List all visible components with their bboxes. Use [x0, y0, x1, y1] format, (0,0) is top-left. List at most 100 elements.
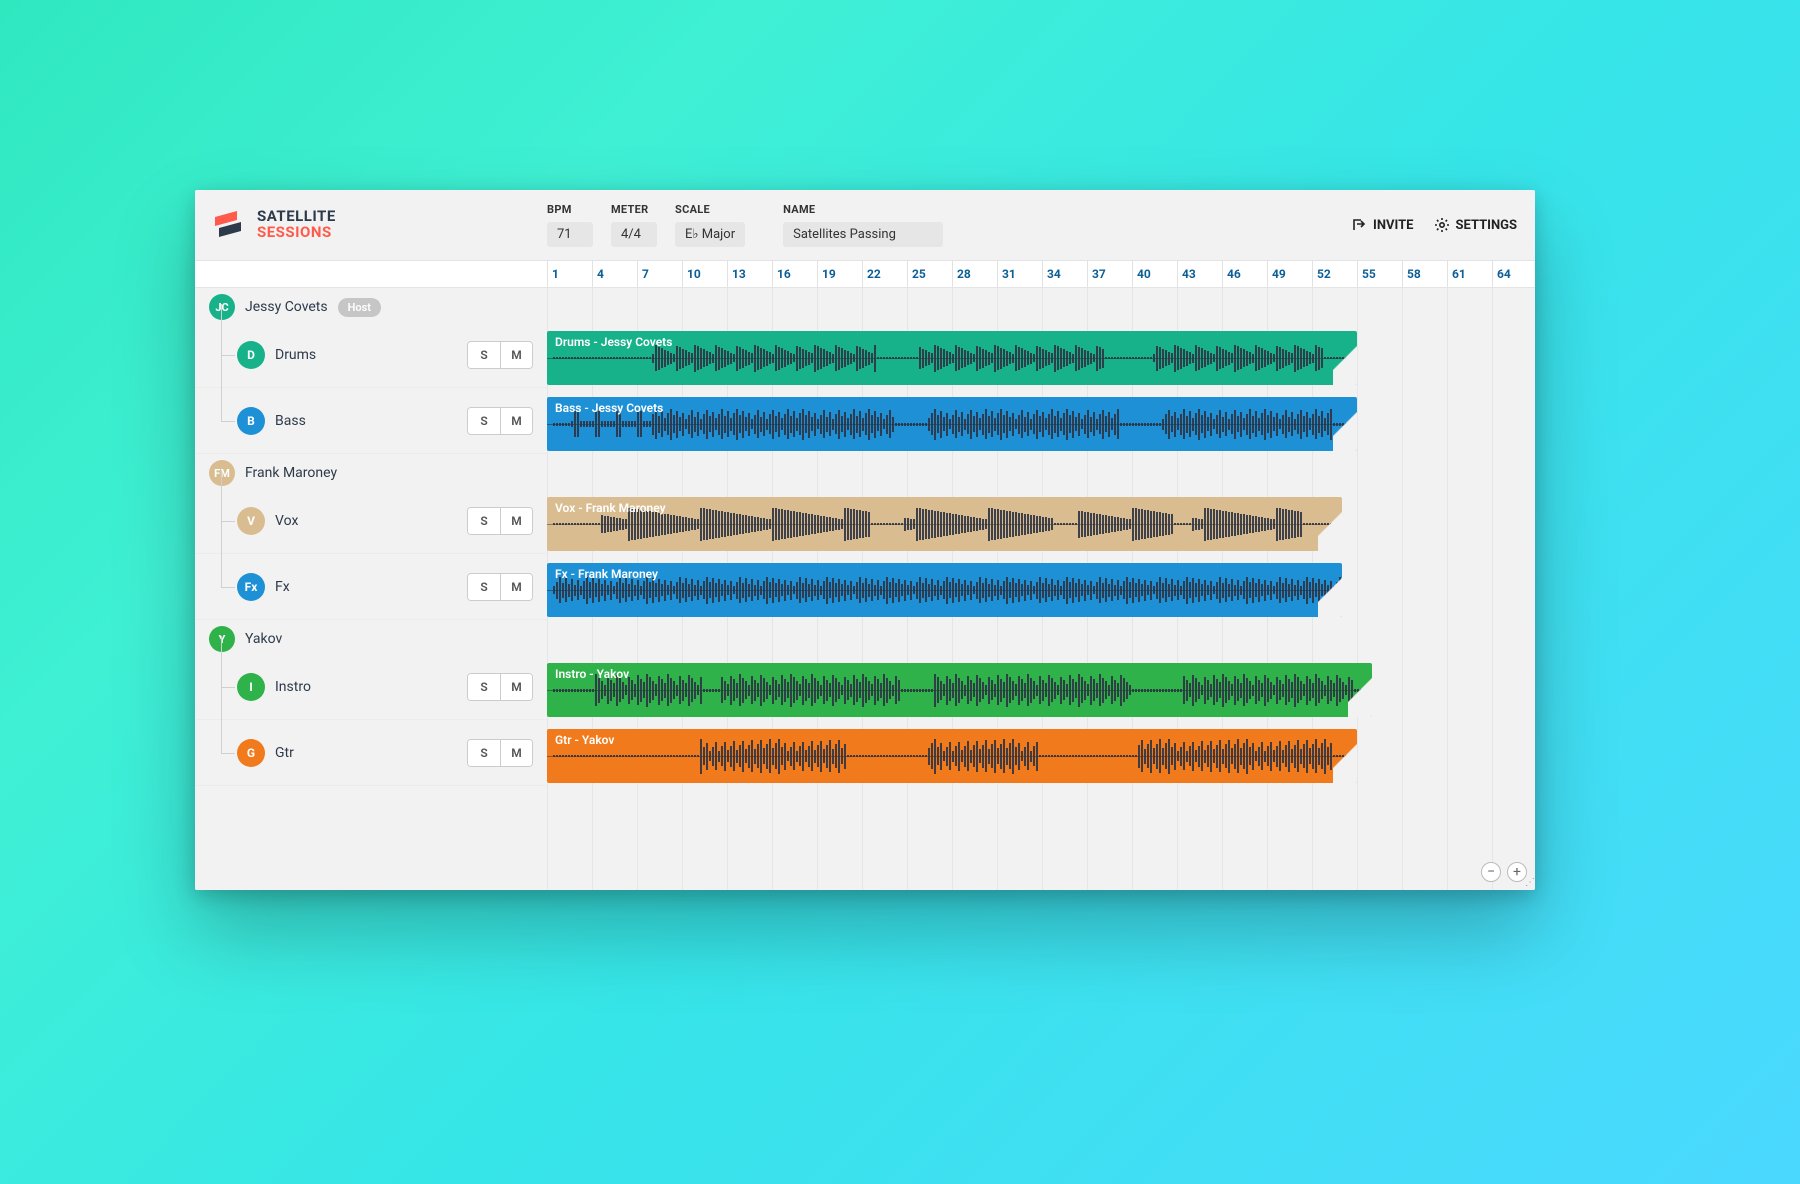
- ruler-tick[interactable]: 49: [1267, 261, 1312, 287]
- track-avatar: I: [237, 673, 265, 701]
- ruler-tick[interactable]: 52: [1312, 261, 1357, 287]
- track-avatar: B: [237, 407, 265, 435]
- track-avatar: V: [237, 507, 265, 535]
- mute-button[interactable]: M: [500, 574, 532, 600]
- user-avatar: FM: [209, 460, 235, 486]
- clip-label: Instro - Yakov: [555, 667, 1364, 681]
- audio-clip[interactable]: Gtr - Yakov: [547, 729, 1357, 783]
- track-row[interactable]: I Instro SM: [195, 654, 547, 720]
- bpm-value[interactable]: 71: [547, 222, 593, 247]
- track-name: Gtr: [275, 745, 294, 761]
- ruler-tick[interactable]: 22: [862, 261, 907, 287]
- clip-label: Fx - Frank Maroney: [555, 567, 1334, 581]
- user-name: Yakov: [245, 631, 282, 647]
- ruler-tick[interactable]: 28: [952, 261, 997, 287]
- mute-button[interactable]: M: [500, 408, 532, 434]
- track-name: Bass: [275, 413, 306, 429]
- clip-label: Vox - Frank Maroney: [555, 501, 1334, 515]
- ruler-tick[interactable]: 43: [1177, 261, 1222, 287]
- track-sidebar: JCJessy CovetsHostDDrumsSMBBassSMFMFrank…: [195, 260, 547, 890]
- ruler-tick[interactable]: 61: [1447, 261, 1492, 287]
- name-label: NAME: [783, 203, 943, 216]
- meter-value[interactable]: 4/4: [611, 222, 657, 247]
- track-avatar: Fx: [237, 573, 265, 601]
- audio-clip[interactable]: Bass - Jessy Covets: [547, 397, 1357, 451]
- timeline[interactable]: 1471013161922252831343740434649525558616…: [547, 260, 1535, 890]
- bpm-field[interactable]: BPM 71: [547, 203, 593, 247]
- gear-icon: [1434, 217, 1450, 233]
- settings-button[interactable]: SETTINGS: [1434, 217, 1518, 233]
- track-row[interactable]: Fx Fx SM: [195, 554, 547, 620]
- resize-grip-icon[interactable]: ⋰: [1525, 877, 1533, 888]
- solo-button[interactable]: S: [468, 740, 500, 766]
- solo-button[interactable]: S: [468, 508, 500, 534]
- name-value[interactable]: Satellites Passing: [783, 222, 943, 247]
- invite-icon: [1351, 217, 1367, 233]
- track-name: Vox: [275, 513, 298, 529]
- track-name: Instro: [275, 679, 311, 695]
- ruler-tick[interactable]: 13: [727, 261, 772, 287]
- zoom-out-button[interactable]: −: [1481, 862, 1501, 882]
- clip-label: Gtr - Yakov: [555, 733, 1349, 747]
- ruler-tick[interactable]: 19: [817, 261, 862, 287]
- user-row: JC Jessy Covets Host: [195, 288, 547, 322]
- solo-button[interactable]: S: [468, 574, 500, 600]
- user-avatar: Y: [209, 626, 235, 652]
- app-title-2: SESSIONS: [257, 225, 336, 241]
- track-row[interactable]: V Vox SM: [195, 488, 547, 554]
- zoom-in-button[interactable]: +: [1507, 862, 1527, 882]
- meter-label: METER: [611, 203, 657, 216]
- bar-ruler[interactable]: 1471013161922252831343740434649525558616…: [547, 260, 1535, 288]
- scale-field[interactable]: SCALE E♭ Major: [675, 203, 745, 247]
- user-name: Jessy Covets: [245, 299, 328, 315]
- ruler-tick[interactable]: 64: [1492, 261, 1535, 287]
- ruler-tick[interactable]: 10: [682, 261, 727, 287]
- user-row: FM Frank Maroney: [195, 454, 547, 488]
- ruler-tick[interactable]: 34: [1042, 261, 1087, 287]
- track-avatar: G: [237, 739, 265, 767]
- track-row[interactable]: DDrumsSM: [195, 322, 547, 388]
- audio-clip[interactable]: Instro - Yakov: [547, 663, 1372, 717]
- mute-button[interactable]: M: [500, 674, 532, 700]
- logo: SATELLITE SESSIONS: [213, 208, 473, 242]
- audio-clip[interactable]: Fx - Frank Maroney: [547, 563, 1342, 617]
- ruler-tick[interactable]: 16: [772, 261, 817, 287]
- solo-button[interactable]: S: [468, 342, 500, 368]
- ruler-tick[interactable]: 1: [547, 261, 592, 287]
- ruler-tick[interactable]: 55: [1357, 261, 1402, 287]
- user-row: Y Yakov: [195, 620, 547, 654]
- ruler-tick[interactable]: 31: [997, 261, 1042, 287]
- mute-button[interactable]: M: [500, 342, 532, 368]
- ruler-tick[interactable]: 46: [1222, 261, 1267, 287]
- name-field[interactable]: NAME Satellites Passing: [783, 203, 943, 247]
- scale-value[interactable]: E♭ Major: [675, 222, 745, 247]
- app-window: SATELLITE SESSIONS BPM 71 METER 4/4 SCAL…: [195, 190, 1535, 890]
- track-row[interactable]: B Bass SM: [195, 388, 547, 454]
- host-badge: Host: [338, 298, 381, 317]
- ruler-tick[interactable]: 58: [1402, 261, 1447, 287]
- invite-button[interactable]: INVITE: [1351, 217, 1413, 233]
- ruler-tick[interactable]: 40: [1132, 261, 1177, 287]
- bpm-label: BPM: [547, 203, 593, 216]
- sidebar-ruler-gap: [195, 260, 547, 288]
- audio-clip[interactable]: Drums - Jessy Covets: [547, 331, 1357, 385]
- user-avatar: JC: [209, 294, 235, 320]
- arrangement-grid[interactable]: Drums - Jessy Covets Bass - Jessy Covets V…: [547, 288, 1535, 890]
- user-name: Frank Maroney: [245, 465, 337, 481]
- track-name: Fx: [275, 579, 290, 595]
- track-avatar: D: [237, 341, 265, 369]
- ruler-tick[interactable]: 4: [592, 261, 637, 287]
- audio-clip[interactable]: Vox - Frank Maroney: [547, 497, 1342, 551]
- mute-button[interactable]: M: [500, 508, 532, 534]
- clip-label: Drums - Jessy Covets: [555, 335, 1349, 349]
- header: SATELLITE SESSIONS BPM 71 METER 4/4 SCAL…: [195, 190, 1535, 260]
- meter-field[interactable]: METER 4/4: [611, 203, 657, 247]
- track-row[interactable]: G Gtr SM: [195, 720, 547, 786]
- ruler-tick[interactable]: 37: [1087, 261, 1132, 287]
- logo-icon: [213, 208, 243, 242]
- mute-button[interactable]: M: [500, 740, 532, 766]
- ruler-tick[interactable]: 7: [637, 261, 682, 287]
- solo-button[interactable]: S: [468, 674, 500, 700]
- ruler-tick[interactable]: 25: [907, 261, 952, 287]
- solo-button[interactable]: S: [468, 408, 500, 434]
